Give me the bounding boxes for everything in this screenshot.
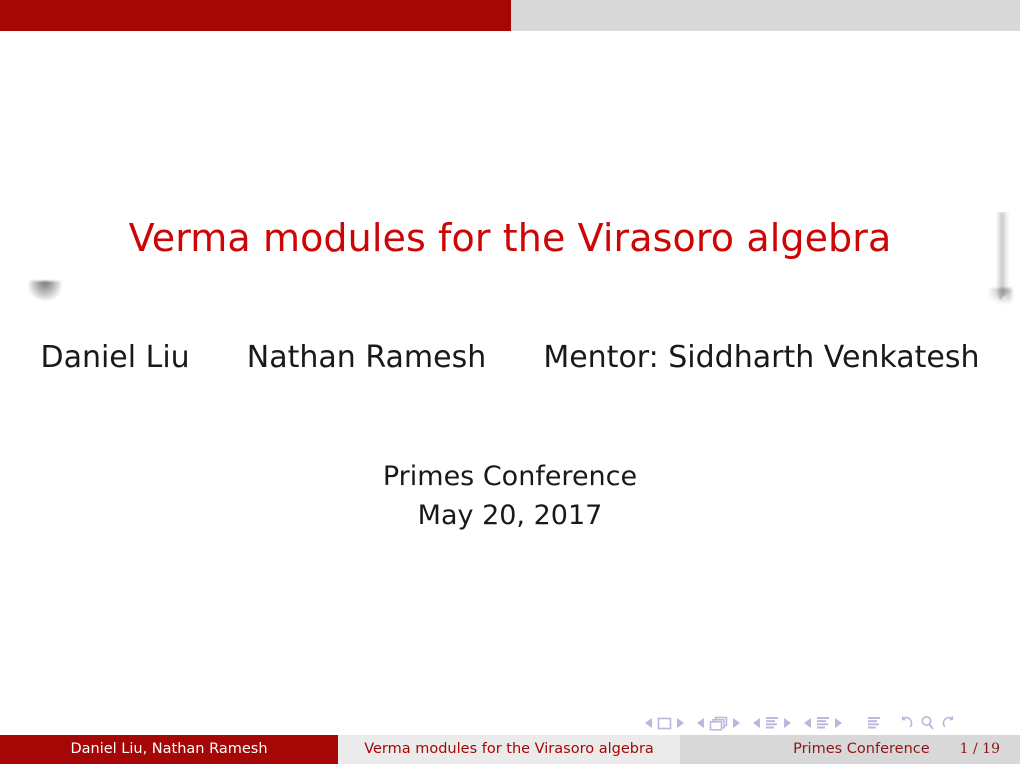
authors-block: Daniel Liu Nathan Ramesh Mentor: Siddhar…: [0, 340, 1020, 375]
prev-section-icon[interactable]: [804, 718, 811, 728]
nav-group-slide[interactable]: [645, 717, 684, 730]
next-section-icon[interactable]: [835, 718, 842, 728]
footline-author: Daniel Liu, Nathan Ramesh: [0, 735, 338, 764]
prev-frame-icon[interactable]: [697, 718, 704, 728]
nav-tools-group[interactable]: [897, 715, 964, 731]
prev-slide-icon[interactable]: [645, 718, 652, 728]
footline-title: Verma modules for the Virasoro algebra: [338, 735, 680, 764]
footline-right-section: Primes Conference 1 / 19: [680, 735, 1020, 764]
headline-bar-secondary: [511, 0, 1020, 31]
next-subsection-icon[interactable]: [784, 718, 791, 728]
next-slide-icon[interactable]: [677, 718, 684, 728]
next-frame-icon[interactable]: [733, 718, 740, 728]
date-text: May 20, 2017: [417, 500, 603, 532]
footline-page-number: 1 / 19: [959, 741, 1000, 757]
subsection-icon[interactable]: [765, 716, 779, 731]
section-icon[interactable]: [816, 716, 830, 731]
frames-icon[interactable]: [709, 716, 728, 731]
presentation-slide: Verma modules for the Virasoro algebra D…: [0, 0, 1020, 764]
author-1: Daniel Liu: [40, 340, 190, 375]
slide-headline-bar: [0, 0, 1020, 31]
author-3-mentor: Mentor: Siddharth Venkatesh: [543, 340, 980, 375]
beamer-navigation-symbols[interactable]: [645, 711, 1017, 735]
title-block: Verma modules for the Virasoro algebra: [0, 216, 1020, 260]
nav-group-subsection[interactable]: [753, 716, 791, 731]
page-curl-shadow-right-cap: [988, 288, 1012, 304]
author-2: Nathan Ramesh: [246, 340, 487, 375]
institute-text: Primes Conference: [382, 461, 638, 492]
prev-subsection-icon[interactable]: [753, 718, 760, 728]
nav-group-frames[interactable]: [697, 716, 740, 731]
page-curl-shadow-left: [29, 281, 61, 300]
forward-arrow-icon[interactable]: [941, 715, 958, 731]
search-icon[interactable]: [920, 715, 935, 731]
slide-icon[interactable]: [657, 717, 672, 730]
footline-institute: Primes Conference: [793, 741, 930, 757]
page-title: Verma modules for the Virasoro algebra: [128, 216, 892, 260]
slide-footline: Daniel Liu, Nathan Ramesh Verma modules …: [0, 735, 1020, 764]
document-icon[interactable]: [867, 716, 881, 731]
nav-group-section[interactable]: [804, 716, 842, 731]
headline-bar-primary: [0, 0, 511, 31]
back-arrow-icon[interactable]: [897, 715, 914, 731]
institute-date-block: Primes Conference May 20, 2017: [0, 458, 1020, 535]
